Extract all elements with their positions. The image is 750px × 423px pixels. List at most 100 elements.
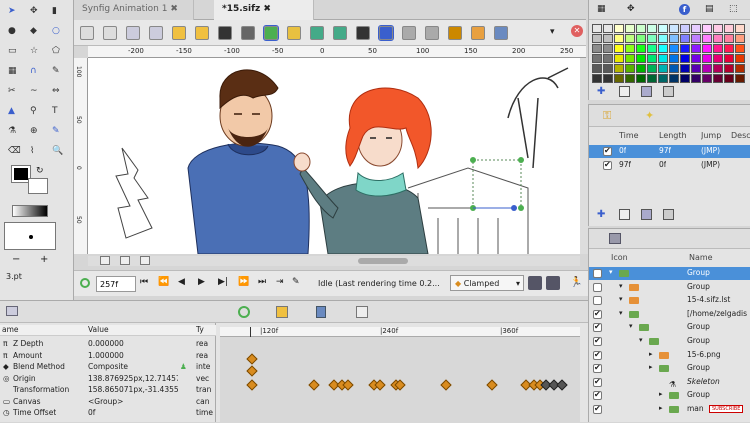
param-row[interactable]: ◆ Blend Method Composite inte ♟ [0,361,216,372]
snap-icon[interactable] [425,26,439,40]
palette-color-swatch[interactable] [614,34,624,43]
palette-color-swatch[interactable] [735,24,745,33]
palette-color-swatch[interactable] [702,44,712,53]
palette-color-swatch[interactable] [603,44,613,53]
render-icon[interactable] [218,26,232,40]
palette-color-swatch[interactable] [713,54,723,63]
layer-name[interactable]: Skeleton [687,376,749,387]
layer-row[interactable]: ▾ 15-4.sifz.lst [589,294,750,307]
expander-icon[interactable]: ▾ [619,281,623,292]
palette-color-swatch[interactable] [691,24,701,33]
future-keyframes-lock-icon[interactable] [546,276,560,290]
palette-color-swatch[interactable] [625,24,635,33]
palette-color-swatch[interactable] [669,54,679,63]
layer-visibility-checkbox[interactable] [593,389,602,401]
palette-color-swatch[interactable] [625,34,635,43]
palette-color-swatch[interactable] [735,54,745,63]
palette-color-swatch[interactable] [735,74,745,83]
tool-eraser-icon[interactable]: ⌫ [8,146,21,158]
open-icon[interactable] [103,26,117,40]
palette-color-swatch[interactable] [647,34,657,43]
palette-color-swatch[interactable] [669,24,679,33]
param-value[interactable]: <Group> [88,396,178,407]
palette-color-swatch[interactable] [603,74,613,83]
layer-name[interactable]: Group [687,281,749,292]
bounds-icon[interactable]: ⇥ [276,277,284,287]
palette-color-swatch[interactable] [647,74,657,83]
palette-color-swatch[interactable] [702,54,712,63]
duplicate-keyframe-icon[interactable] [619,209,630,220]
tool-bone-icon[interactable]: ⚗ [8,126,20,138]
expander-icon[interactable]: ▸ [659,403,663,414]
palette-color-swatch[interactable] [680,54,690,63]
palette-icon[interactable]: ▦ [597,4,606,14]
next-keyframe-icon[interactable]: ⏩ [238,277,249,287]
layer-row[interactable]: ▾ Group [589,281,750,294]
tool-mirror-icon[interactable]: ◆ [30,26,42,38]
close-icon[interactable]: ✖ [263,4,271,14]
timeline-keyframe-waypoint[interactable] [556,379,568,391]
background-icon[interactable] [471,26,485,40]
param-value[interactable]: 138.876925px,12.714575 [88,373,178,384]
palette-color-swatch[interactable] [603,54,613,63]
palette-color-swatch[interactable] [658,34,668,43]
palette-color-swatch[interactable] [636,64,646,73]
expander-icon[interactable]: ▸ [649,349,653,360]
palette-color-swatch[interactable] [691,54,701,63]
expander-icon[interactable]: ▸ [659,389,663,400]
grid-icon[interactable] [402,26,416,40]
palette-color-swatch[interactable] [658,64,668,73]
palette-color-swatch[interactable] [614,44,624,53]
timeline-keyframe-waypoint[interactable] [246,365,258,377]
tool-zoom-icon[interactable]: ⊕ [30,126,42,138]
remove-keyframe-icon[interactable] [641,209,652,220]
prev-keyframe-icon[interactable]: ⏪ [158,277,169,287]
redo-icon[interactable] [195,26,209,40]
play-icon[interactable]: ▶ [198,277,205,287]
keyframe-active-checkbox[interactable] [603,159,612,170]
toggle-bone-icon[interactable] [287,26,301,40]
palette-color-swatch[interactable] [669,44,679,53]
sound-icon[interactable] [356,306,368,318]
layer-row[interactable]: ▾ [/home/zelgadis [589,308,750,321]
curves-icon[interactable] [276,306,288,318]
tool-star-icon[interactable]: ☆ [30,46,42,58]
tool-sketch-icon[interactable]: ~ [30,86,42,98]
canvas-viewport[interactable] [88,58,580,254]
palette-color-swatch[interactable] [592,54,602,63]
palette-color-swatch[interactable] [713,24,723,33]
tool-brush-icon[interactable]: ✎ [52,126,64,138]
palette-color-swatch[interactable] [647,54,657,63]
palette-color-swatch[interactable] [614,74,624,83]
animation-figure-icon[interactable]: 🏃 [570,277,582,288]
canvas-vertical-scrollbar[interactable] [580,58,588,254]
layer-visibility-checkbox[interactable] [593,403,602,414]
palette-color-swatch[interactable] [625,74,635,83]
close-document-icon[interactable]: ✕ [571,25,583,37]
current-frame-input[interactable] [96,276,136,292]
palette-color-swatch[interactable] [603,24,613,33]
toggle-onion-icon[interactable] [120,256,130,265]
tool-text-icon[interactable]: T [52,106,64,118]
toggle-guides-icon[interactable] [140,256,150,265]
palette-color-swatch[interactable] [702,24,712,33]
palette-color-swatch[interactable] [592,64,602,73]
tool-fill-icon[interactable]: ▲ [8,106,20,118]
sets-icon[interactable]: ✦ [645,109,654,122]
palette-color-swatch[interactable] [680,74,690,83]
expander-icon[interactable]: ▾ [609,267,613,278]
fill-color-swatch[interactable] [28,178,48,194]
layers-icon[interactable] [609,233,621,244]
layer-row[interactable]: ▾ Group [589,335,750,348]
layer-name[interactable]: Group [687,335,749,346]
palette-color-swatch[interactable] [592,74,602,83]
tool-polygon-icon[interactable]: ⬠ [52,46,64,58]
layer-visibility-checkbox[interactable] [593,308,602,319]
palette-color-swatch[interactable] [724,24,734,33]
tab-synfig-animation-1[interactable]: Synfig Animation 1 ✖ [74,0,194,20]
palette-color-swatch[interactable] [680,64,690,73]
keyframe-time[interactable]: 0f [619,145,626,156]
palette-color-swatch[interactable] [691,74,701,83]
palette-color-swatch[interactable] [625,44,635,53]
layer-visibility-checkbox[interactable] [593,335,602,346]
